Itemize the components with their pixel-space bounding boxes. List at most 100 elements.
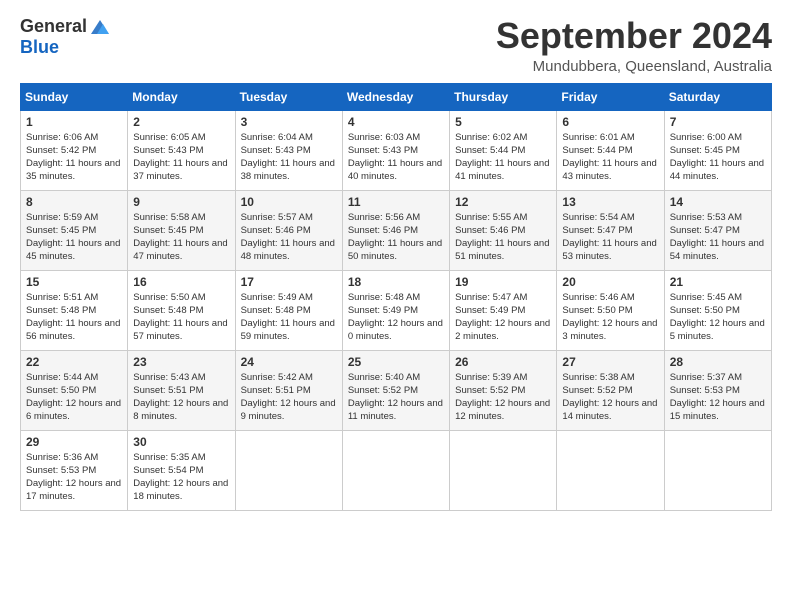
day-info: Sunrise: 5:54 AMSunset: 5:47 PMDaylight:…: [562, 212, 656, 263]
calendar-week-row: 22Sunrise: 5:44 AMSunset: 5:50 PMDayligh…: [21, 350, 772, 430]
day-info: Sunrise: 5:58 AMSunset: 5:45 PMDaylight:…: [133, 212, 227, 263]
day-info: Sunrise: 6:05 AMSunset: 5:43 PMDaylight:…: [133, 132, 227, 183]
calendar-table: SundayMondayTuesdayWednesdayThursdayFrid…: [20, 83, 772, 511]
day-info: Sunrise: 6:00 AMSunset: 5:45 PMDaylight:…: [670, 132, 764, 183]
empty-cell: [557, 430, 664, 510]
day-number: 12: [455, 195, 551, 209]
day-cell: 6 Sunrise: 6:01 AMSunset: 5:44 PMDaylight…: [557, 110, 664, 190]
day-number: 28: [670, 355, 766, 369]
day-number: 7: [670, 115, 766, 129]
weekday-header-sunday: Sunday: [21, 83, 128, 110]
day-info: Sunrise: 5:53 AMSunset: 5:47 PMDaylight:…: [670, 212, 764, 263]
day-number: 27: [562, 355, 658, 369]
day-number: 30: [133, 435, 229, 449]
month-title: September 2024: [496, 16, 772, 56]
weekday-header-saturday: Saturday: [664, 83, 771, 110]
day-info: Sunrise: 5:46 AMSunset: 5:50 PMDaylight:…: [562, 292, 657, 343]
day-info: Sunrise: 6:01 AMSunset: 5:44 PMDaylight:…: [562, 132, 656, 183]
day-info: Sunrise: 5:47 AMSunset: 5:49 PMDaylight:…: [455, 292, 550, 343]
logo: General Blue: [20, 16, 111, 58]
logo-blue: Blue: [20, 38, 59, 58]
day-info: Sunrise: 5:35 AMSunset: 5:54 PMDaylight:…: [133, 452, 228, 503]
calendar-week-row: 15 Sunrise: 5:51 AMSunset: 5:48 PMDayligh…: [21, 270, 772, 350]
day-info: Sunrise: 6:03 AMSunset: 5:43 PMDaylight:…: [348, 132, 442, 183]
weekday-header-wednesday: Wednesday: [342, 83, 449, 110]
day-number: 19: [455, 275, 551, 289]
empty-cell: [235, 430, 342, 510]
day-number: 15: [26, 275, 122, 289]
day-cell: 19 Sunrise: 5:47 AMSunset: 5:49 PMDayligh…: [450, 270, 557, 350]
day-info: Sunrise: 5:39 AMSunset: 5:52 PMDaylight:…: [455, 372, 550, 423]
day-info: Sunrise: 5:38 AMSunset: 5:52 PMDaylight:…: [562, 372, 657, 423]
day-cell: 29Sunrise: 5:36 AMSunset: 5:53 PMDayligh…: [21, 430, 128, 510]
day-number: 3: [241, 115, 337, 129]
day-info: Sunrise: 5:42 AMSunset: 5:51 PMDaylight:…: [241, 372, 336, 423]
day-number: 2: [133, 115, 229, 129]
weekday-header-row: SundayMondayTuesdayWednesdayThursdayFrid…: [21, 83, 772, 110]
day-cell: 22Sunrise: 5:44 AMSunset: 5:50 PMDayligh…: [21, 350, 128, 430]
day-cell: 8 Sunrise: 5:59 AMSunset: 5:45 PMDaylight…: [21, 190, 128, 270]
day-cell: 13 Sunrise: 5:54 AMSunset: 5:47 PMDayligh…: [557, 190, 664, 270]
day-cell: 21 Sunrise: 5:45 AMSunset: 5:50 PMDayligh…: [664, 270, 771, 350]
day-cell: 5Sunrise: 6:02 AMSunset: 5:44 PMDaylight…: [450, 110, 557, 190]
day-cell: 14 Sunrise: 5:53 AMSunset: 5:47 PMDayligh…: [664, 190, 771, 270]
day-number: 9: [133, 195, 229, 209]
day-number: 16: [133, 275, 229, 289]
day-cell: 25Sunrise: 5:40 AMSunset: 5:52 PMDayligh…: [342, 350, 449, 430]
day-number: 17: [241, 275, 337, 289]
day-cell: 16 Sunrise: 5:50 AMSunset: 5:48 PMDayligh…: [128, 270, 235, 350]
location-title: Mundubbera, Queensland, Australia: [496, 58, 772, 75]
day-cell: 2 Sunrise: 6:05 AMSunset: 5:43 PMDaylight…: [128, 110, 235, 190]
title-area: September 2024 Mundubbera, Queensland, A…: [496, 16, 772, 75]
day-info: Sunrise: 5:51 AMSunset: 5:48 PMDaylight:…: [26, 292, 120, 343]
day-cell: 11 Sunrise: 5:56 AMSunset: 5:46 PMDayligh…: [342, 190, 449, 270]
day-cell: 17 Sunrise: 5:49 AMSunset: 5:48 PMDayligh…: [235, 270, 342, 350]
empty-cell: [450, 430, 557, 510]
weekday-header-tuesday: Tuesday: [235, 83, 342, 110]
weekday-header-friday: Friday: [557, 83, 664, 110]
day-cell: 20 Sunrise: 5:46 AMSunset: 5:50 PMDayligh…: [557, 270, 664, 350]
day-info: Sunrise: 5:43 AMSunset: 5:51 PMDaylight:…: [133, 372, 228, 423]
day-number: 26: [455, 355, 551, 369]
calendar-week-row: 8 Sunrise: 5:59 AMSunset: 5:45 PMDaylight…: [21, 190, 772, 270]
day-info: Sunrise: 5:59 AMSunset: 5:45 PMDaylight:…: [26, 212, 120, 263]
day-cell: 28 Sunrise: 5:37 AMSunset: 5:53 PMDayligh…: [664, 350, 771, 430]
day-cell: 4Sunrise: 6:03 AMSunset: 5:43 PMDaylight…: [342, 110, 449, 190]
empty-cell: [664, 430, 771, 510]
day-info: Sunrise: 5:56 AMSunset: 5:46 PMDaylight:…: [348, 212, 442, 263]
day-info: Sunrise: 5:36 AMSunset: 5:53 PMDaylight:…: [26, 452, 121, 503]
day-cell: 26 Sunrise: 5:39 AMSunset: 5:52 PMDayligh…: [450, 350, 557, 430]
day-number: 25: [348, 355, 444, 369]
day-info: Sunrise: 5:37 AMSunset: 5:53 PMDaylight:…: [670, 372, 765, 423]
day-number: 13: [562, 195, 658, 209]
day-info: Sunrise: 5:55 AMSunset: 5:46 PMDaylight:…: [455, 212, 549, 263]
day-number: 6: [562, 115, 658, 129]
day-info: Sunrise: 6:06 AMSunset: 5:42 PMDaylight:…: [26, 132, 120, 183]
day-info: Sunrise: 5:49 AMSunset: 5:48 PMDaylight:…: [241, 292, 335, 343]
weekday-header-thursday: Thursday: [450, 83, 557, 110]
day-number: 23: [133, 355, 229, 369]
day-cell: 15 Sunrise: 5:51 AMSunset: 5:48 PMDayligh…: [21, 270, 128, 350]
day-cell: 3Sunrise: 6:04 AMSunset: 5:43 PMDaylight…: [235, 110, 342, 190]
day-cell: 10Sunrise: 5:57 AMSunset: 5:46 PMDayligh…: [235, 190, 342, 270]
day-cell: 24 Sunrise: 5:42 AMSunset: 5:51 PMDayligh…: [235, 350, 342, 430]
day-cell: 18Sunrise: 5:48 AMSunset: 5:49 PMDayligh…: [342, 270, 449, 350]
calendar-week-row: 1Sunrise: 6:06 AMSunset: 5:42 PMDaylight…: [21, 110, 772, 190]
day-info: Sunrise: 5:45 AMSunset: 5:50 PMDaylight:…: [670, 292, 765, 343]
day-info: Sunrise: 5:50 AMSunset: 5:48 PMDaylight:…: [133, 292, 227, 343]
header: General Blue September 2024 Mundubbera, …: [20, 16, 772, 75]
day-number: 11: [348, 195, 444, 209]
logo-general: General: [20, 17, 87, 37]
day-number: 8: [26, 195, 122, 209]
day-number: 14: [670, 195, 766, 209]
day-number: 24: [241, 355, 337, 369]
day-number: 21: [670, 275, 766, 289]
day-info: Sunrise: 5:44 AMSunset: 5:50 PMDaylight:…: [26, 372, 121, 423]
day-number: 18: [348, 275, 444, 289]
day-cell: 23 Sunrise: 5:43 AMSunset: 5:51 PMDayligh…: [128, 350, 235, 430]
day-cell: 30 Sunrise: 5:35 AMSunset: 5:54 PMDayligh…: [128, 430, 235, 510]
day-number: 20: [562, 275, 658, 289]
day-info: Sunrise: 5:57 AMSunset: 5:46 PMDaylight:…: [241, 212, 335, 263]
day-cell: 9 Sunrise: 5:58 AMSunset: 5:45 PMDaylight…: [128, 190, 235, 270]
logo-icon: [89, 16, 111, 38]
